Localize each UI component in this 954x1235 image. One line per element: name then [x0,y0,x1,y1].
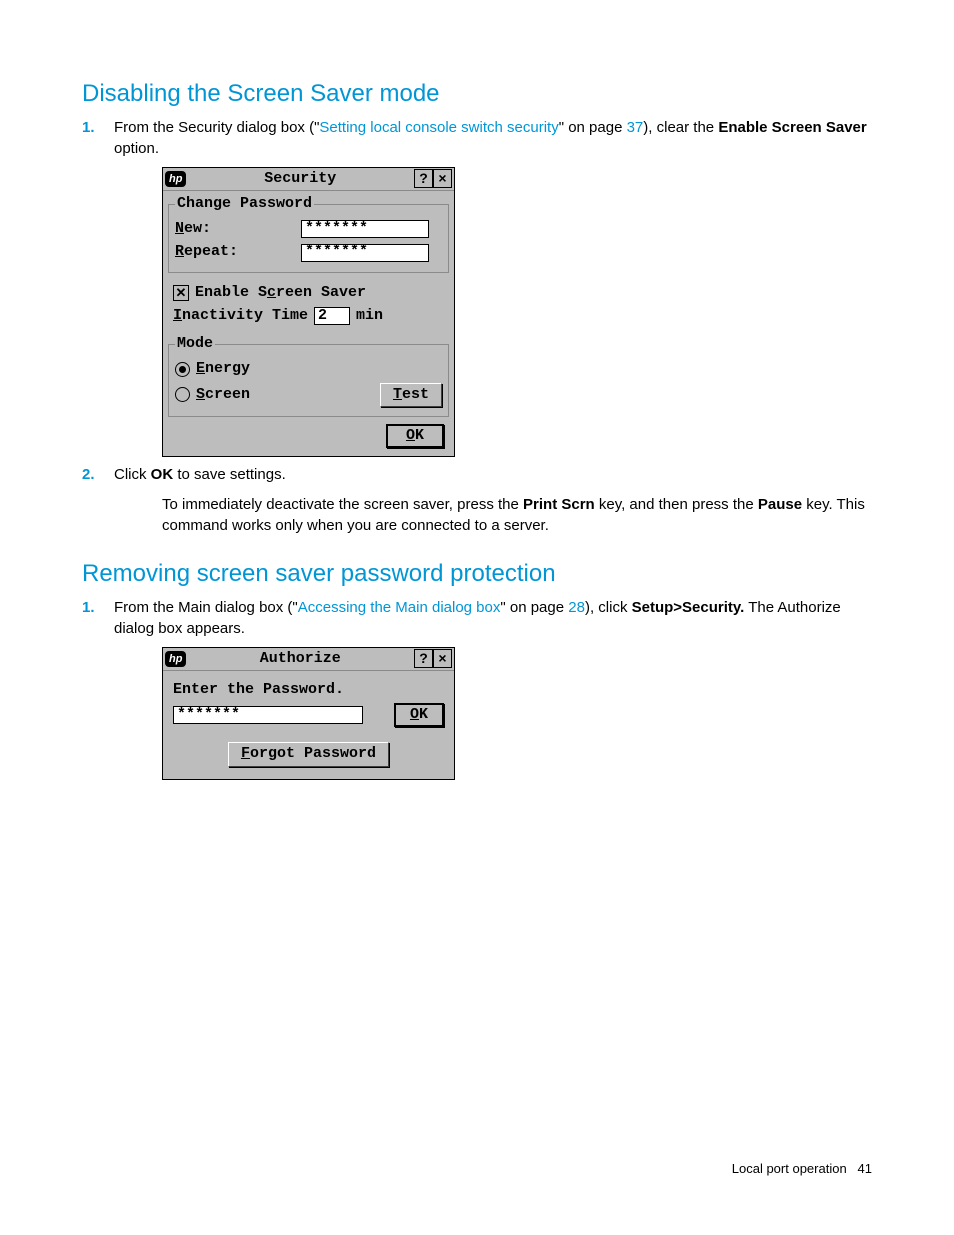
group-legend: Change Password [175,194,314,214]
heading-disable-screensaver: Disabling the Screen Saver mode [82,78,872,110]
close-icon[interactable]: × [433,649,452,668]
password-input[interactable]: ******* [173,706,363,724]
link-main-dialog[interactable]: Accessing the Main dialog box [298,599,501,616]
screen-label: Screen [196,385,250,405]
mode-group: Mode Energy Screen Test [168,334,449,417]
forgot-password-button[interactable]: Forgot Password [228,742,389,766]
hp-logo-icon: hp [165,651,186,667]
step-1b: 1. From the Main dialog box ("Accessing … [82,598,872,639]
security-dialog: hp Security ? × Change Password New: ***… [162,167,455,457]
heading-remove-password: Removing screen saver password protectio… [82,558,872,590]
enable-screensaver-row: ✕ Enable Screen Saver [173,283,444,303]
page-footer: Local port operation 41 [82,1160,872,1178]
change-password-group: Change Password New: ******* Repeat: ***… [168,194,449,273]
close-icon[interactable]: × [433,169,452,188]
step-text: From the Security dialog box ("Setting l… [114,118,872,159]
energy-radio[interactable] [175,362,190,377]
inactivity-time-input[interactable]: 2 [314,307,350,325]
enable-screensaver-label: Enable Screen Saver [195,283,366,303]
repeat-password-label: Repeat: [175,242,295,262]
step-1: 1. From the Security dialog box ("Settin… [82,118,872,159]
help-icon[interactable]: ? [414,169,433,188]
help-icon[interactable]: ? [414,649,433,668]
new-password-label: New: [175,219,295,239]
step-number: 1. [82,598,96,639]
titlebar: hp Security ? × [163,168,454,191]
step-2: 2. Click OK to save settings. [82,465,872,485]
new-password-input[interactable]: ******* [301,220,429,238]
authorize-dialog: hp Authorize ? × Enter the Password. ***… [162,647,455,780]
inactivity-time-label: Inactivity Time [173,306,308,326]
link-page-28[interactable]: 28 [568,599,585,616]
repeat-password-input[interactable]: ******* [301,244,429,262]
screen-radio[interactable] [175,387,190,402]
enable-screensaver-checkbox[interactable]: ✕ [173,285,189,301]
paragraph-deactivate: To immediately deactivate the screen sav… [162,495,872,536]
step-number: 2. [82,465,96,485]
dialog-title: Authorize [186,649,414,669]
energy-label: Energy [196,359,250,379]
dialog-title: Security [186,169,414,189]
test-button[interactable]: Test [380,383,442,407]
step-text: Click OK to save settings. [114,465,286,485]
hp-logo-icon: hp [165,171,186,187]
mode-legend: Mode [175,334,215,354]
step-number: 1. [82,118,96,159]
step-text: From the Main dialog box ("Accessing the… [114,598,872,639]
link-page-37[interactable]: 37 [627,119,644,136]
ok-button[interactable]: OK [386,424,444,448]
titlebar: hp Authorize ? × [163,648,454,671]
link-setting-security[interactable]: Setting local console switch security [319,119,558,136]
inactivity-unit: min [356,306,383,326]
ok-button[interactable]: OK [394,703,444,727]
enter-password-label: Enter the Password. [173,680,444,700]
